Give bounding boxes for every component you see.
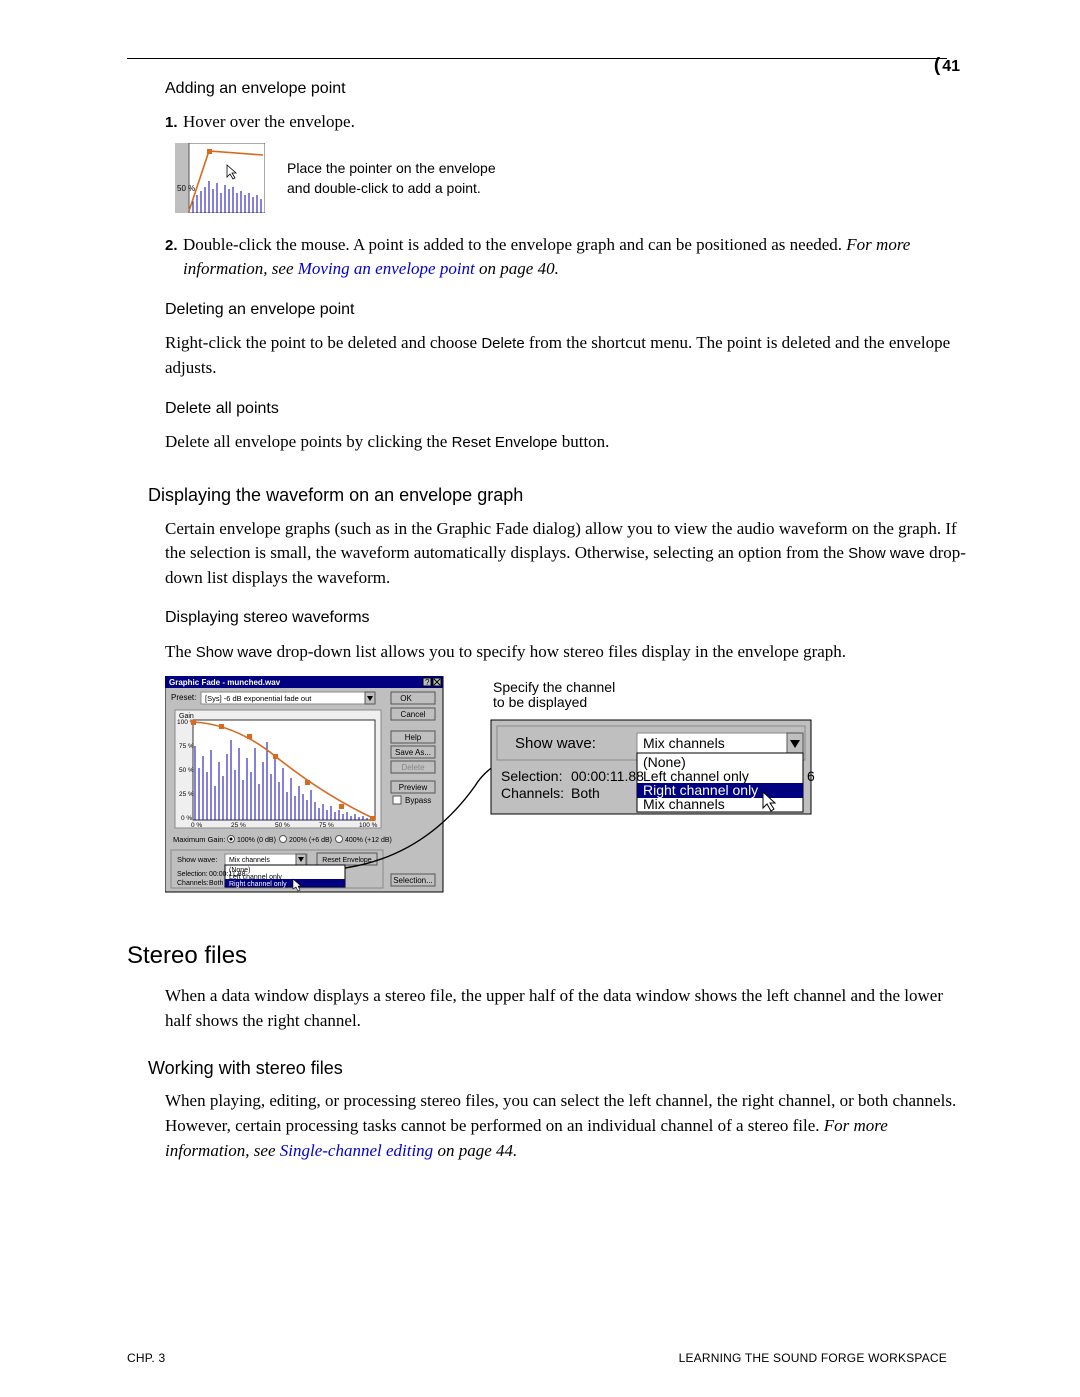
svg-text:Selection:: Selection: xyxy=(177,871,208,878)
heading-del-env-point: Deleting an envelope point xyxy=(165,298,966,321)
svg-text:to be displayed: to be displayed xyxy=(493,694,587,710)
heading-display-waveform: Displaying the waveform on an envelope g… xyxy=(148,482,1080,508)
heading-add-env-point: Adding an envelope point xyxy=(165,77,966,100)
svg-text:25 %: 25 % xyxy=(179,791,194,798)
link-single-channel[interactable]: Single-channel editing xyxy=(280,1141,433,1160)
svg-text:0 %: 0 % xyxy=(181,815,192,822)
svg-text:00:00:11.88: 00:00:11.88 xyxy=(571,768,644,784)
text-working-stereo: When playing, editing, or processing ste… xyxy=(165,1089,966,1163)
heading-stereo-files: Stereo files xyxy=(127,939,1080,974)
svg-text:00:00:11.88: 00:00:11.88 xyxy=(209,871,246,878)
ok-button[interactable] xyxy=(391,692,435,704)
heading-del-all: Delete all points xyxy=(165,397,966,420)
svg-text:75 %: 75 % xyxy=(179,743,194,750)
svg-text:Cancel: Cancel xyxy=(401,710,426,719)
show-wave-zoom-panel: Show wave: Mix channels (None) Left chan… xyxy=(491,720,815,814)
top-rule xyxy=(127,58,947,59)
svg-text:Channels:: Channels: xyxy=(177,880,209,887)
svg-text:?: ? xyxy=(425,678,430,687)
svg-text:Selection...: Selection... xyxy=(393,876,433,885)
svg-text:Show wave:: Show wave: xyxy=(177,855,217,864)
figure-envelope-point: 50 % Place the po xyxy=(175,143,1080,213)
svg-text:Graphic Fade - munched.wav: Graphic Fade - munched.wav xyxy=(169,678,281,687)
svg-text:Channels:: Channels: xyxy=(501,785,564,801)
figure-dialogs: Graphic Fade - munched.wav ? Preset: [Sy… xyxy=(165,676,1080,901)
svg-text:Help: Help xyxy=(405,733,422,742)
svg-text:Mix channels: Mix channels xyxy=(643,735,725,751)
svg-text:OK: OK xyxy=(400,694,412,703)
svg-text:200% (+6 dB): 200% (+6 dB) xyxy=(289,837,332,844)
svg-text:400% (+12 dB): 400% (+12 dB) xyxy=(345,837,392,844)
svg-text:Right channel only: Right channel only xyxy=(229,881,287,888)
svg-text:Save As...: Save As... xyxy=(395,748,431,757)
heading-display-stereo: Displaying stereo waveforms xyxy=(165,606,966,629)
svg-text:Preview: Preview xyxy=(399,783,428,792)
svg-text:50 %: 50 % xyxy=(275,822,290,829)
envelope-thumb-icon: 50 % xyxy=(175,143,265,213)
text-stereo-files: When a data window displays a stereo fil… xyxy=(165,984,966,1033)
svg-text:50 %: 50 % xyxy=(177,184,195,193)
svg-text:Mix channels: Mix channels xyxy=(229,857,270,864)
text-display-waveform: Certain envelope graphs (such as in the … xyxy=(165,517,966,591)
figure-caption: and double-click to add a point. xyxy=(287,178,496,198)
heading-working-stereo: Working with stereo files xyxy=(148,1055,1080,1081)
link-moving-point[interactable]: Moving an envelope point xyxy=(298,259,475,278)
step-1: 1. Hover over the envelope. xyxy=(165,110,966,135)
svg-text:Show wave:: Show wave: xyxy=(515,735,596,752)
svg-text:Reset Envelope: Reset Envelope xyxy=(322,857,372,864)
step-2: 2. Double-click the mouse. A point is ad… xyxy=(165,233,966,282)
half-paren-icon: ( xyxy=(934,55,940,76)
page-number: (41 xyxy=(937,52,960,80)
svg-text:6: 6 xyxy=(807,768,815,784)
svg-text:[Sys] -6 dB exponential fade o: [Sys] -6 dB exponential fade out xyxy=(205,694,312,703)
text-del-all: Delete all envelope points by clicking t… xyxy=(165,430,966,455)
svg-text:0 %: 0 % xyxy=(191,822,202,829)
svg-text:100% (0 dB): 100% (0 dB) xyxy=(237,837,276,844)
svg-text:Specify the channel: Specify the channel xyxy=(493,679,615,695)
bypass-checkbox[interactable] xyxy=(393,796,401,804)
svg-text:Maximum Gain:: Maximum Gain: xyxy=(173,835,226,844)
svg-text:Selection:: Selection: xyxy=(501,768,562,784)
svg-text:100 %: 100 % xyxy=(359,822,378,829)
svg-text:50 %: 50 % xyxy=(179,767,194,774)
text-del-env: Right-click the point to be deleted and … xyxy=(165,331,966,380)
graphic-fade-dialog: Graphic Fade - munched.wav ? Preset: [Sy… xyxy=(165,676,443,892)
svg-text:75 %: 75 % xyxy=(319,822,334,829)
svg-text:Preset:: Preset: xyxy=(171,693,196,702)
text-display-stereo: The Show wave drop-down list allows you … xyxy=(165,640,966,665)
svg-text:25 %: 25 % xyxy=(231,822,246,829)
svg-text:Both: Both xyxy=(571,785,600,801)
step-number: 1. xyxy=(165,112,183,134)
step-number: 2. xyxy=(165,235,183,257)
figure-caption: Place the pointer on the envelope xyxy=(287,158,496,178)
svg-text:Delete: Delete xyxy=(401,763,425,772)
footer: CHP. 3 LEARNING THE SOUND FORGE WORKSPAC… xyxy=(127,1350,947,1367)
document-page: (41 Adding an envelope point 1. Hover ov… xyxy=(0,0,1080,1397)
svg-text:Both: Both xyxy=(209,880,224,887)
svg-text:Bypass: Bypass xyxy=(405,796,431,805)
option-mix[interactable]: Mix channels xyxy=(643,796,725,812)
